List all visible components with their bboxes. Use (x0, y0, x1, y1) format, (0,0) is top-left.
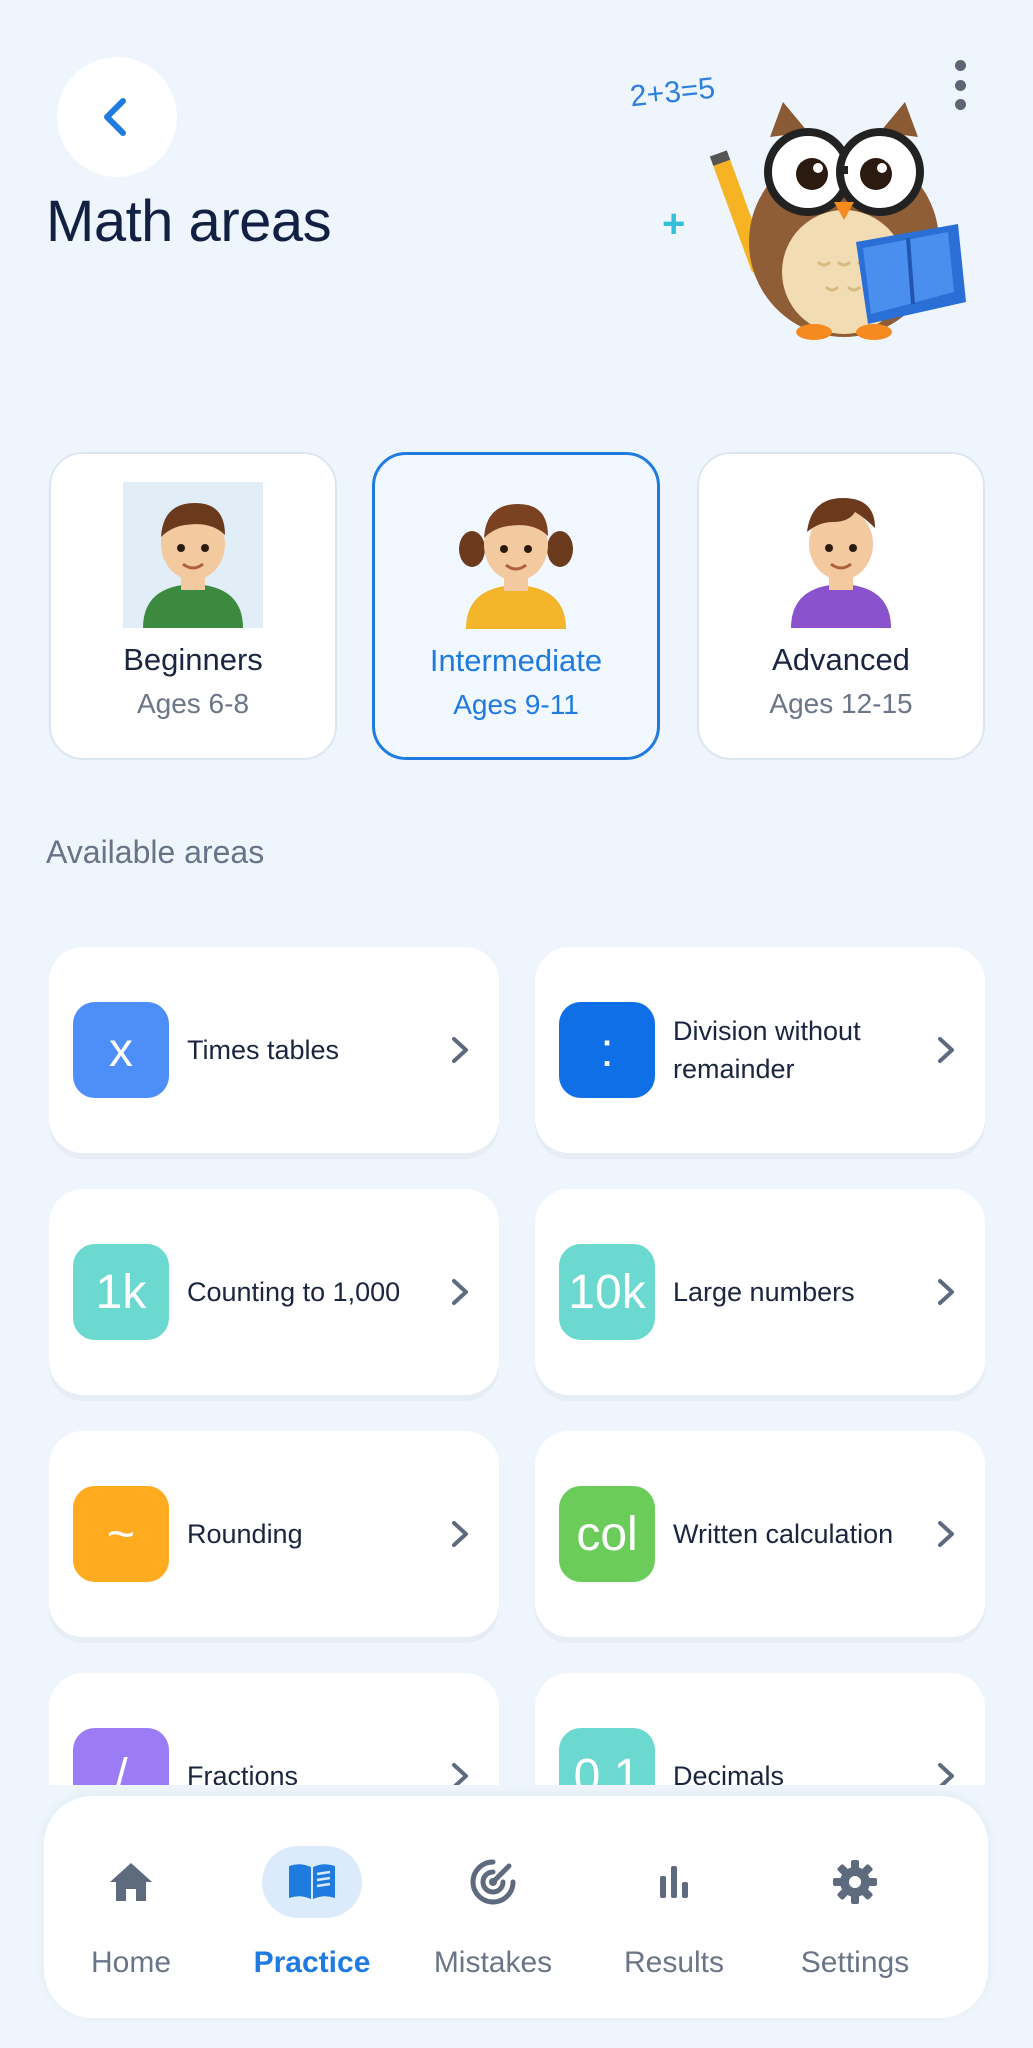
ten-thousand-symbol-icon: 10k (559, 1244, 655, 1340)
nav-label: Settings (800, 1946, 910, 1979)
nav-label: Practice (253, 1946, 371, 1979)
times-symbol-icon: x (73, 1002, 169, 1098)
column-symbol-icon: col (559, 1486, 655, 1582)
area-title: Rounding (187, 1519, 303, 1549)
chevron-right-icon (452, 1521, 468, 1547)
area-title: Decimals (673, 1761, 785, 1785)
nav-item-mistakes[interactable]: Mistakes (408, 1796, 578, 2018)
bar-chart-icon (660, 1866, 688, 1898)
nav-item-settings[interactable]: Settings (770, 1796, 940, 2018)
area-card-division[interactable]: : Division without remainder (535, 947, 985, 1153)
back-button[interactable] (57, 57, 177, 177)
home-icon (110, 1863, 152, 1901)
level-name: Advanced (772, 642, 910, 677)
boy-avatar-purple-icon (791, 498, 891, 628)
level-ages: Ages 12-15 (769, 688, 913, 719)
fraction-symbol-icon: / (73, 1728, 169, 1785)
area-title: Fractions (187, 1761, 299, 1785)
area-title: Written calculation (673, 1519, 894, 1549)
area-card-written-calculation[interactable]: col Written calculation (535, 1431, 985, 1637)
more-dot-icon (954, 79, 966, 91)
level-card-beginners[interactable]: Beginners Ages 6-8 (49, 452, 337, 760)
section-title: Available areas (46, 834, 265, 870)
page-title: Math areas (46, 189, 332, 254)
bottom-nav: Home Practice Mistakes Results Settings (44, 1796, 988, 2018)
owl-mascot-illustration (709, 102, 966, 340)
more-dot-icon (954, 60, 966, 71)
nav-label: Results (623, 1946, 725, 1979)
chevron-right-icon (938, 1279, 954, 1305)
nav-item-practice[interactable]: Practice (227, 1796, 397, 2018)
level-card-intermediate[interactable]: Intermediate Ages 9-11 (372, 452, 660, 760)
chevron-right-icon (938, 1763, 954, 1785)
chevron-right-icon (938, 1521, 954, 1547)
decorative-equation: 2+3=5 (628, 71, 717, 114)
area-card-large-numbers[interactable]: 10k Large numbers (535, 1189, 985, 1395)
nav-item-results[interactable]: Results (589, 1796, 759, 2018)
area-title: Large numbers (673, 1277, 855, 1307)
more-dot-icon (954, 99, 966, 110)
level-ages: Ages 9-11 (453, 689, 579, 720)
level-ages: Ages 6-8 (136, 688, 250, 719)
nav-label: Mistakes (433, 1946, 553, 1979)
gear-icon-wrap (805, 1846, 905, 1918)
level-name: Intermediate (429, 643, 603, 678)
division-symbol-icon: : (559, 1002, 655, 1098)
areas-list[interactable]: x Times tables : Division without remain… (0, 930, 1033, 1785)
area-title: Counting to 1,000 (187, 1277, 401, 1307)
area-card-rounding[interactable]: ~ Rounding (49, 1431, 499, 1637)
area-card-times-tables[interactable]: x Times tables (49, 947, 499, 1153)
chevron-right-icon (452, 1279, 468, 1305)
book-icon-wrap (262, 1846, 362, 1918)
level-name: Beginners (123, 642, 263, 677)
chevron-right-icon (452, 1763, 468, 1785)
decimal-symbol-icon: 0.1 (559, 1728, 655, 1785)
boy-avatar-green-icon (123, 482, 263, 628)
level-card-advanced[interactable]: Advanced Ages 12-15 (697, 452, 985, 760)
bar-chart-icon-wrap (624, 1846, 724, 1918)
nav-item-home[interactable]: Home (46, 1796, 216, 2018)
gear-icon (833, 1860, 877, 1904)
decorative-plus: + (662, 202, 686, 246)
chevron-right-icon (452, 1037, 468, 1063)
target-icon-wrap (443, 1846, 543, 1918)
girl-avatar-yellow-icon (459, 504, 573, 629)
area-title: Division without remainder (673, 1016, 861, 1084)
chevron-right-icon (938, 1037, 954, 1063)
area-card-counting-to-1000[interactable]: 1k Counting to 1,000 (49, 1189, 499, 1395)
area-card-decimals[interactable]: 0.1 Decimals (535, 1673, 985, 1785)
chevron-left-icon (104, 98, 126, 136)
approx-symbol-icon: ~ (73, 1486, 169, 1582)
area-title: Times tables (187, 1035, 340, 1065)
area-card-fractions[interactable]: / Fractions (49, 1673, 499, 1785)
thousand-symbol-icon: 1k (73, 1244, 169, 1340)
more-options-button[interactable] (940, 60, 980, 110)
target-icon (470, 1859, 516, 1905)
nav-label: Home (90, 1946, 172, 1979)
home-icon-wrap (81, 1846, 181, 1918)
book-icon (289, 1864, 335, 1899)
